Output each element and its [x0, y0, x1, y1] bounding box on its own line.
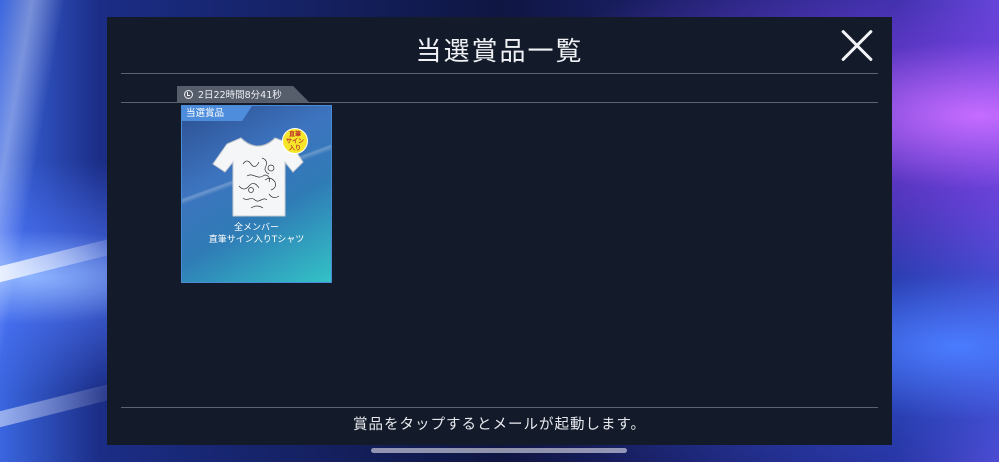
dialog-title: 当選賞品一覧: [415, 37, 584, 67]
badge-text: 直筆: [288, 130, 301, 138]
prize-name-line: 全メンバー: [233, 223, 279, 233]
footer-divider: [121, 407, 878, 408]
badge-text: サイン: [285, 137, 304, 145]
close-icon[interactable]: [840, 29, 874, 63]
prize-card-label: 当選賞品: [182, 106, 252, 121]
clock-icon: [184, 89, 193, 99]
countdown-text: 2日22時間8分41秒: [198, 90, 282, 101]
footer-hint: 賞品をタップするとメールが起動します。: [352, 417, 647, 433]
countdown-tab: 2日22時間8分41秒: [177, 86, 309, 102]
autograph-badge: 直筆 サイン 入り: [282, 128, 308, 154]
badge-text: 入り: [288, 144, 301, 152]
prize-name: 全メンバー 直筆サイン入りTシャツ: [182, 222, 331, 246]
title-divider: [121, 73, 878, 74]
home-indicator[interactable]: [371, 448, 627, 453]
prize-list-dialog: 当選賞品一覧 2日22時間8分41秒 当選賞品 直筆 サイン 入り 全メンバー …: [107, 17, 892, 445]
prize-name-line: 直筆サイン入りTシャツ: [208, 235, 305, 245]
timer-divider: [121, 102, 878, 103]
prize-card[interactable]: 当選賞品 直筆 サイン 入り 全メンバー 直筆サイン入りTシャツ: [181, 105, 332, 283]
